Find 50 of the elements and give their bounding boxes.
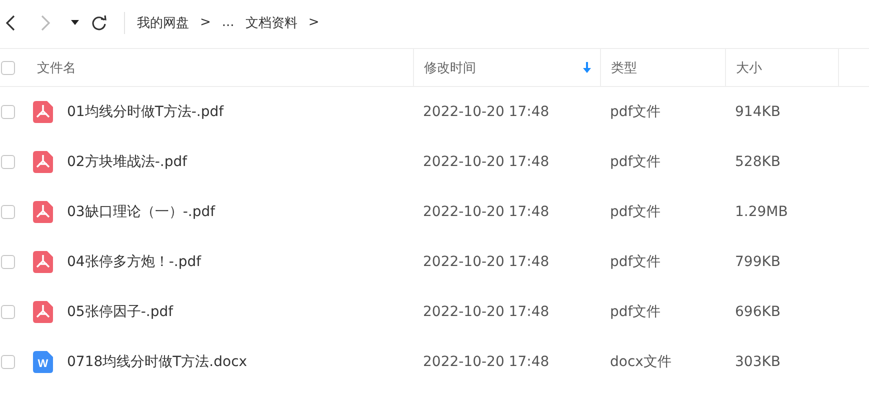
file-type: pdf文件 [610,153,661,171]
file-type: docx文件 [610,353,672,371]
word-file-icon: W [33,351,53,373]
file-type: pdf文件 [610,203,661,221]
file-name[interactable]: 03缺口理论（一）-.pdf [67,203,216,221]
checkbox[interactable] [1,305,15,319]
breadcrumb-link[interactable]: 我的网盘 [137,14,189,32]
pdf-file-icon [33,101,53,123]
file-size: 1.29MB [735,204,788,220]
file-name[interactable]: 0718均线分时做T方法.docx [67,353,248,371]
checkbox[interactable] [1,205,15,219]
file-size: 303KB [735,354,781,370]
pdf-file-icon [33,301,53,323]
pdf-file-icon [33,201,53,223]
file-name[interactable]: 04张停多方炮！-.pdf [67,253,202,271]
file-type: pdf文件 [610,303,661,321]
checkbox[interactable] [1,255,15,269]
column-header[interactable]: 大小 [736,58,762,76]
file-name[interactable]: 01均线分时做T方法-.pdf [67,103,224,121]
modified-time: 2022-10-20 17:48 [423,154,550,170]
column-header[interactable]: 修改时间 [424,58,476,76]
column-header[interactable]: 文件名 [37,58,76,76]
refresh-icon[interactable] [90,14,108,32]
file-type: pdf文件 [610,103,661,121]
checkbox[interactable] [1,355,15,369]
breadcrumb-link[interactable]: 文档资料 [245,14,298,32]
file-size: 528KB [735,154,781,170]
dropdown-icon[interactable] [71,20,79,26]
checkbox[interactable] [1,105,15,119]
modified-time: 2022-10-20 17:48 [423,254,550,270]
breadcrumb-link[interactable]: ... [222,15,234,30]
modified-time: 2022-10-20 17:48 [423,204,550,220]
file-size: 799KB [735,254,781,270]
back-icon[interactable] [5,14,17,32]
checkbox[interactable] [1,60,15,74]
breadcrumb-separator: > [308,15,320,30]
column-header[interactable]: 类型 [611,58,637,76]
file-size: 696KB [735,304,781,320]
file-size: 914KB [735,104,781,120]
file-type: pdf文件 [610,253,661,271]
checkbox[interactable] [1,155,15,169]
modified-time: 2022-10-20 17:48 [423,104,550,120]
pdf-file-icon [33,251,53,273]
modified-time: 2022-10-20 17:48 [423,304,550,320]
modified-time: 2022-10-20 17:48 [423,354,550,370]
breadcrumb-separator: > [200,15,211,30]
forward-icon[interactable] [39,14,51,32]
file-name[interactable]: 02方块堆战法-.pdf [67,153,188,171]
pdf-file-icon [33,151,53,173]
file-name[interactable]: 05张停因子-.pdf [67,303,174,321]
